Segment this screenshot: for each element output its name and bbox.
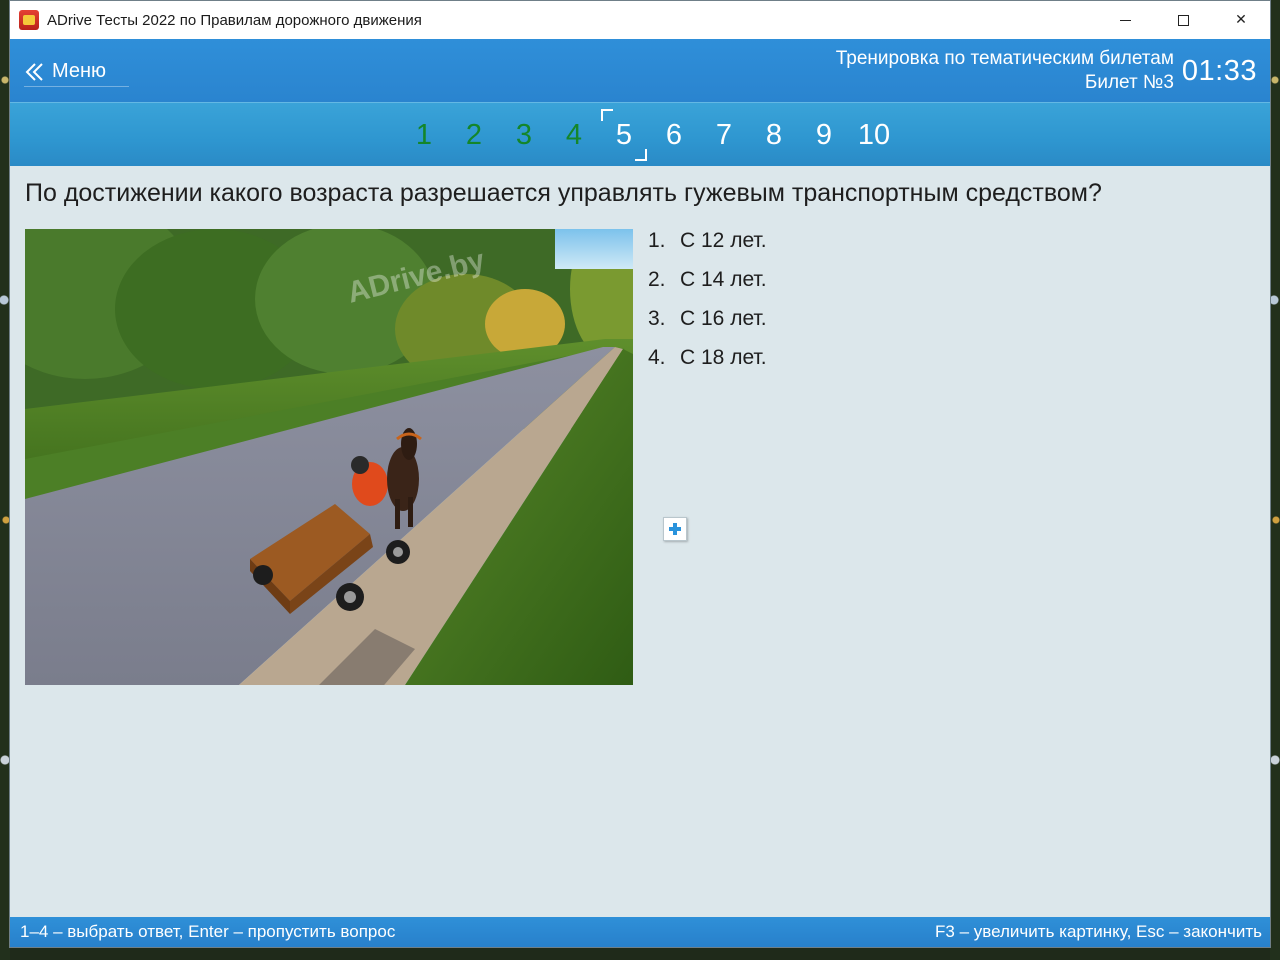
minimize-icon	[1119, 19, 1131, 21]
app-header: Меню Тренировка по тематическим билетам …	[10, 39, 1270, 102]
app-window: ADrive Тесты 2022 по Правилам дорожного …	[9, 0, 1271, 948]
question-picture[interactable]: ADrive.by	[25, 229, 633, 685]
app-icon	[19, 10, 39, 30]
question-nav-item[interactable]: 1	[399, 113, 449, 157]
answer-number: 4.	[648, 346, 666, 369]
close-icon: ✕	[1235, 12, 1247, 28]
question-nav-item[interactable]: 4	[549, 113, 599, 157]
question-nav-item[interactable]: 3	[499, 113, 549, 157]
close-button[interactable]: ✕	[1212, 1, 1270, 39]
question-nav-item[interactable]: 7	[699, 113, 749, 157]
minimize-button[interactable]	[1096, 1, 1154, 39]
maximize-button[interactable]	[1154, 1, 1212, 39]
horse-cart-illustration: ADrive.by	[25, 229, 633, 685]
answer-option[interactable]: 3. С 16 лет.	[648, 307, 1008, 346]
ticket-number: Билет №3	[1084, 72, 1174, 93]
question-navigator: 1 2 3 4 5 6 7 8 9 10	[10, 102, 1270, 166]
question-nav-items: 1 2 3 4 5 6 7 8 9 10	[399, 109, 899, 161]
plus-icon	[669, 523, 681, 535]
ticket-info: Тренировка по тематическим билетам Билет…	[836, 47, 1257, 95]
maximize-icon	[1177, 14, 1189, 26]
question-nav-item[interactable]: 5	[599, 109, 649, 161]
answer-number: 2.	[648, 268, 666, 291]
window-controls: ✕	[1096, 1, 1270, 39]
answer-number: 3.	[648, 307, 666, 330]
hotkeys-bar: 1–4 – выбрать ответ, Enter – пропустить …	[10, 917, 1270, 947]
ticket-info-text: Тренировка по тематическим билетам Билет…	[836, 47, 1174, 95]
hotkeys-hint-right: F3 – увеличить картинку, Esc – закончить	[935, 922, 1262, 941]
menu-button[interactable]: Меню	[24, 57, 129, 87]
double-chevron-left-icon	[25, 62, 43, 81]
question-nav-item[interactable]: 6	[649, 113, 699, 157]
answer-text: С 18 лет.	[680, 346, 767, 369]
timer: 01:33	[1181, 54, 1257, 87]
answer-option[interactable]: 4. С 18 лет.	[648, 346, 1008, 385]
answer-list: 1. С 12 лет. 2. С 14 лет. 3. С 16 лет. 4. С 18 …	[648, 229, 1008, 385]
question-nav-item[interactable]: 8	[749, 113, 799, 157]
answer-text: С 12 лет.	[680, 229, 767, 252]
zoom-picture-button[interactable]	[663, 517, 687, 541]
question-nav-item[interactable]: 9	[799, 113, 849, 157]
desktop-wallpaper-right	[1270, 0, 1280, 960]
title-bar[interactable]: ADrive Тесты 2022 по Правилам дорожного …	[10, 1, 1270, 39]
answer-text: С 16 лет.	[680, 307, 767, 330]
window-title: ADrive Тесты 2022 по Правилам дорожного …	[47, 11, 422, 29]
training-mode: Тренировка по тематическим билетам	[835, 48, 1174, 69]
answer-number: 1.	[648, 229, 666, 252]
question-nav-item[interactable]: 10	[849, 113, 899, 157]
answer-text: С 14 лет.	[680, 268, 767, 291]
hotkeys-hint-left: 1–4 – выбрать ответ, Enter – пропустить …	[20, 922, 396, 941]
menu-label: Меню	[52, 60, 107, 82]
answer-option[interactable]: 2. С 14 лет.	[648, 268, 1008, 307]
answer-option[interactable]: 1. С 12 лет.	[648, 229, 1008, 268]
question-text: По достижении какого возраста разрешаетс…	[25, 179, 1102, 207]
question-nav-item[interactable]: 2	[449, 113, 499, 157]
